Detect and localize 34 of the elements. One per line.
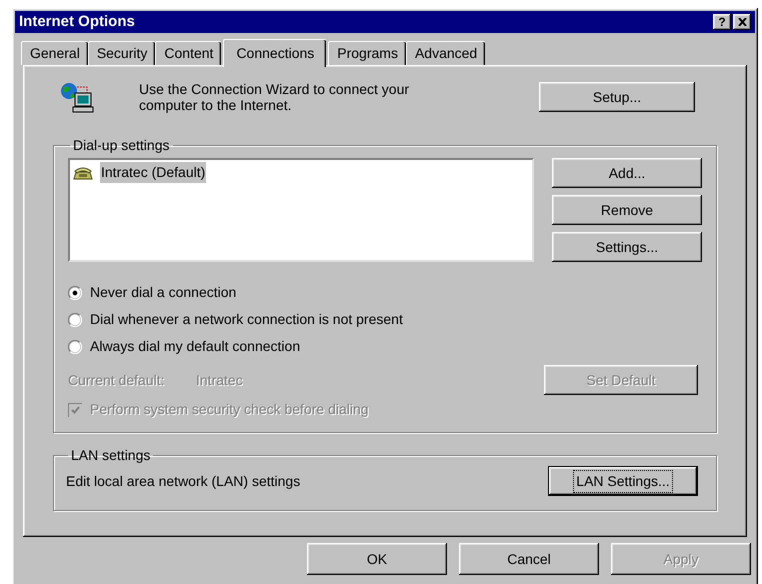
current-default-label: Current default:	[68, 370, 166, 390]
close-icon	[738, 18, 746, 26]
help-button[interactable]: ?	[713, 14, 731, 30]
current-default-value: Intratec	[196, 370, 244, 390]
dialup-button[interactable]: Add...	[552, 158, 702, 188]
tab[interactable]: Advanced	[406, 41, 486, 65]
group-title: LAN settings	[70, 446, 152, 465]
connection-item[interactable]: Intratec (Default)	[100, 162, 206, 183]
radio-button[interactable]	[68, 340, 82, 354]
tab[interactable]: Programs	[328, 41, 406, 65]
connection-list[interactable]: Intratec (Default)	[68, 158, 534, 262]
window-title: Internet Options	[19, 12, 135, 32]
dialog-button[interactable]: Cancel	[459, 543, 599, 575]
lan-settings-button[interactable]: LAN Settings...	[548, 466, 698, 496]
lan-text: Edit local area network (LAN) settings	[66, 472, 300, 491]
intro-text: Use the Connection Wizard to connect your computer to the Internet.	[139, 81, 410, 113]
tab[interactable]: Security	[88, 41, 156, 65]
radio-label[interactable]: Never dial a connection	[90, 282, 236, 303]
group-title: Dial-up settings	[72, 136, 170, 155]
radio-button[interactable]	[68, 312, 82, 326]
dialog-button[interactable]: OK	[307, 543, 447, 575]
radio-label[interactable]: Always dial my default connection	[90, 336, 300, 357]
tab[interactable]: General	[21, 41, 88, 65]
globe-computer-icon	[59, 81, 95, 113]
phone-icon	[72, 164, 94, 180]
dialup-button[interactable]: Remove	[552, 195, 702, 225]
radio-label[interactable]: Dial whenever a network connection is not present	[90, 309, 403, 330]
tab[interactable]: Content	[155, 41, 222, 65]
dialup-button[interactable]: Settings...	[552, 232, 702, 262]
check-icon	[71, 406, 80, 414]
radio-button[interactable]	[68, 286, 82, 300]
tab[interactable]: Connections	[223, 39, 326, 67]
setup-button[interactable]: Setup...	[539, 82, 695, 112]
close-button[interactable]	[733, 14, 751, 30]
